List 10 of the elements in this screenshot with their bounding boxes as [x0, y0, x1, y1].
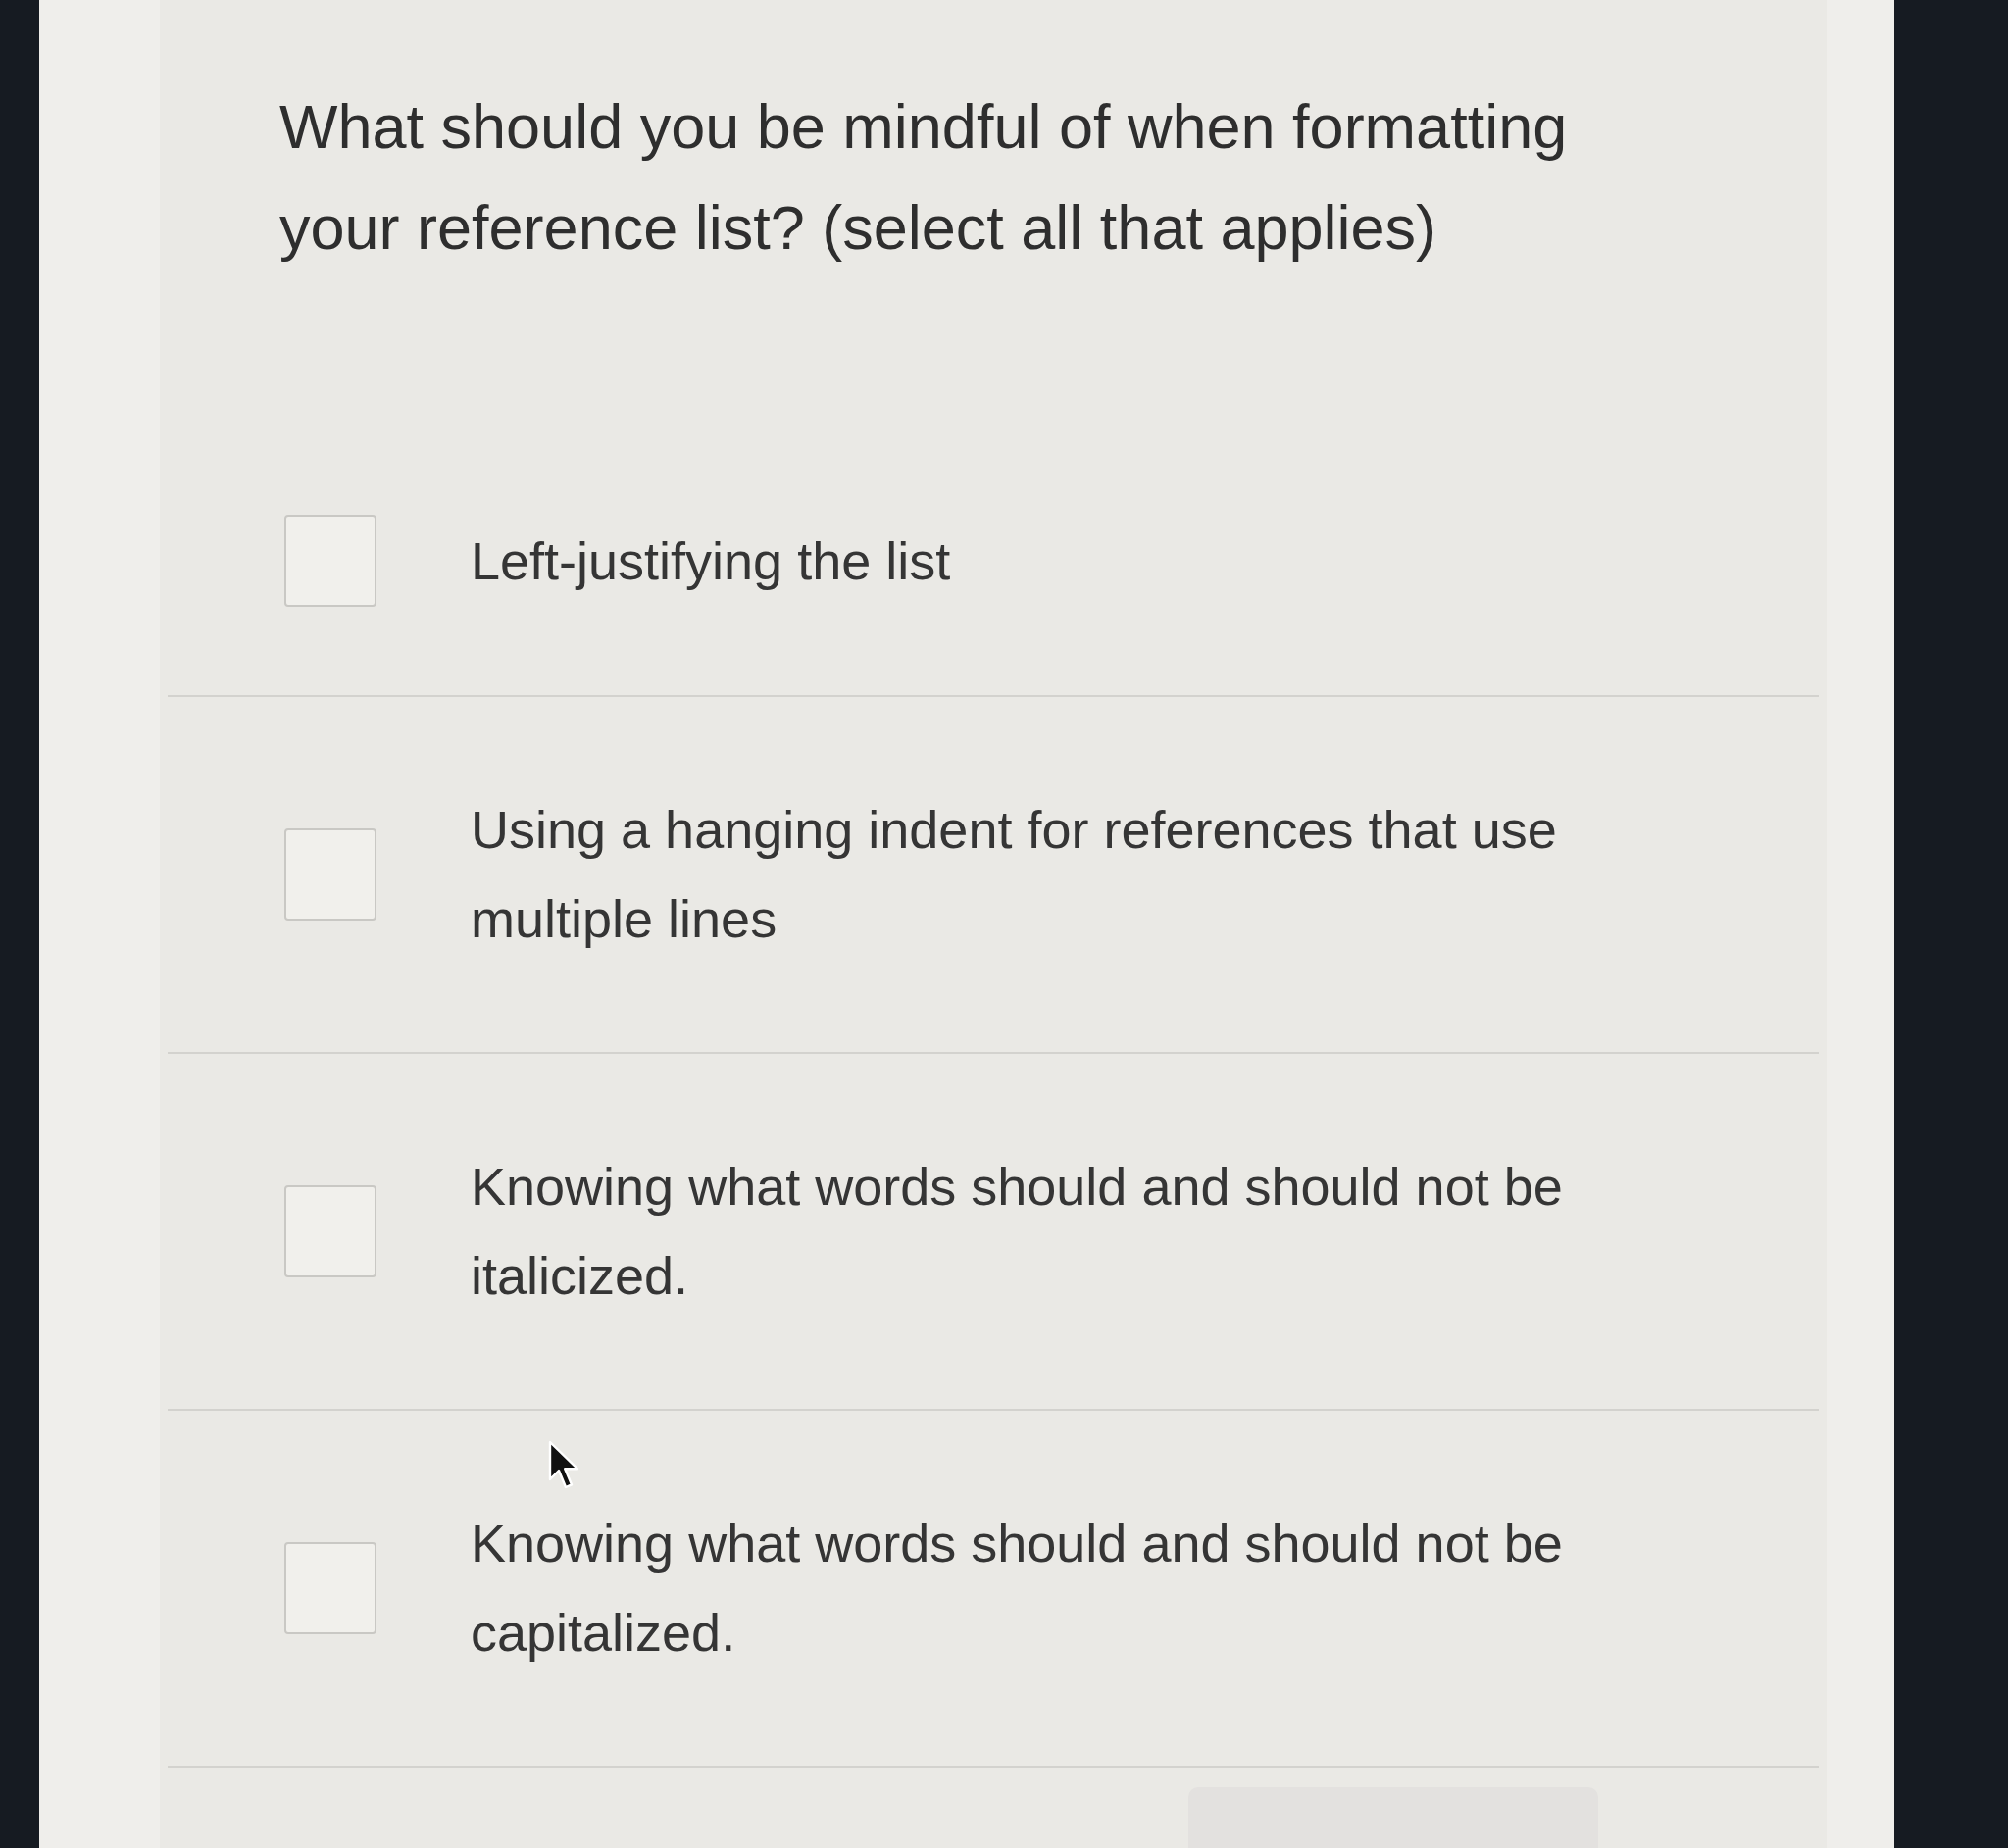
option-label: Left-justifying the list: [471, 529, 952, 592]
checkbox[interactable]: [284, 1185, 376, 1277]
question-text: What should you be mindful of when formatting your reference list? (select all that applies): [279, 91, 1569, 264]
option-label: Knowing what words should and should not be italicized.: [471, 1156, 1564, 1307]
checkbox[interactable]: [284, 828, 376, 921]
mouse-pointer-icon: [548, 1440, 579, 1491]
option-label: Knowing what words should and should not be capitalized.: [471, 1513, 1564, 1664]
checkbox[interactable]: [284, 1542, 376, 1634]
option-label: Using a hanging indent for references that use multiple lines: [471, 799, 1558, 950]
checkbox[interactable]: [284, 515, 376, 607]
